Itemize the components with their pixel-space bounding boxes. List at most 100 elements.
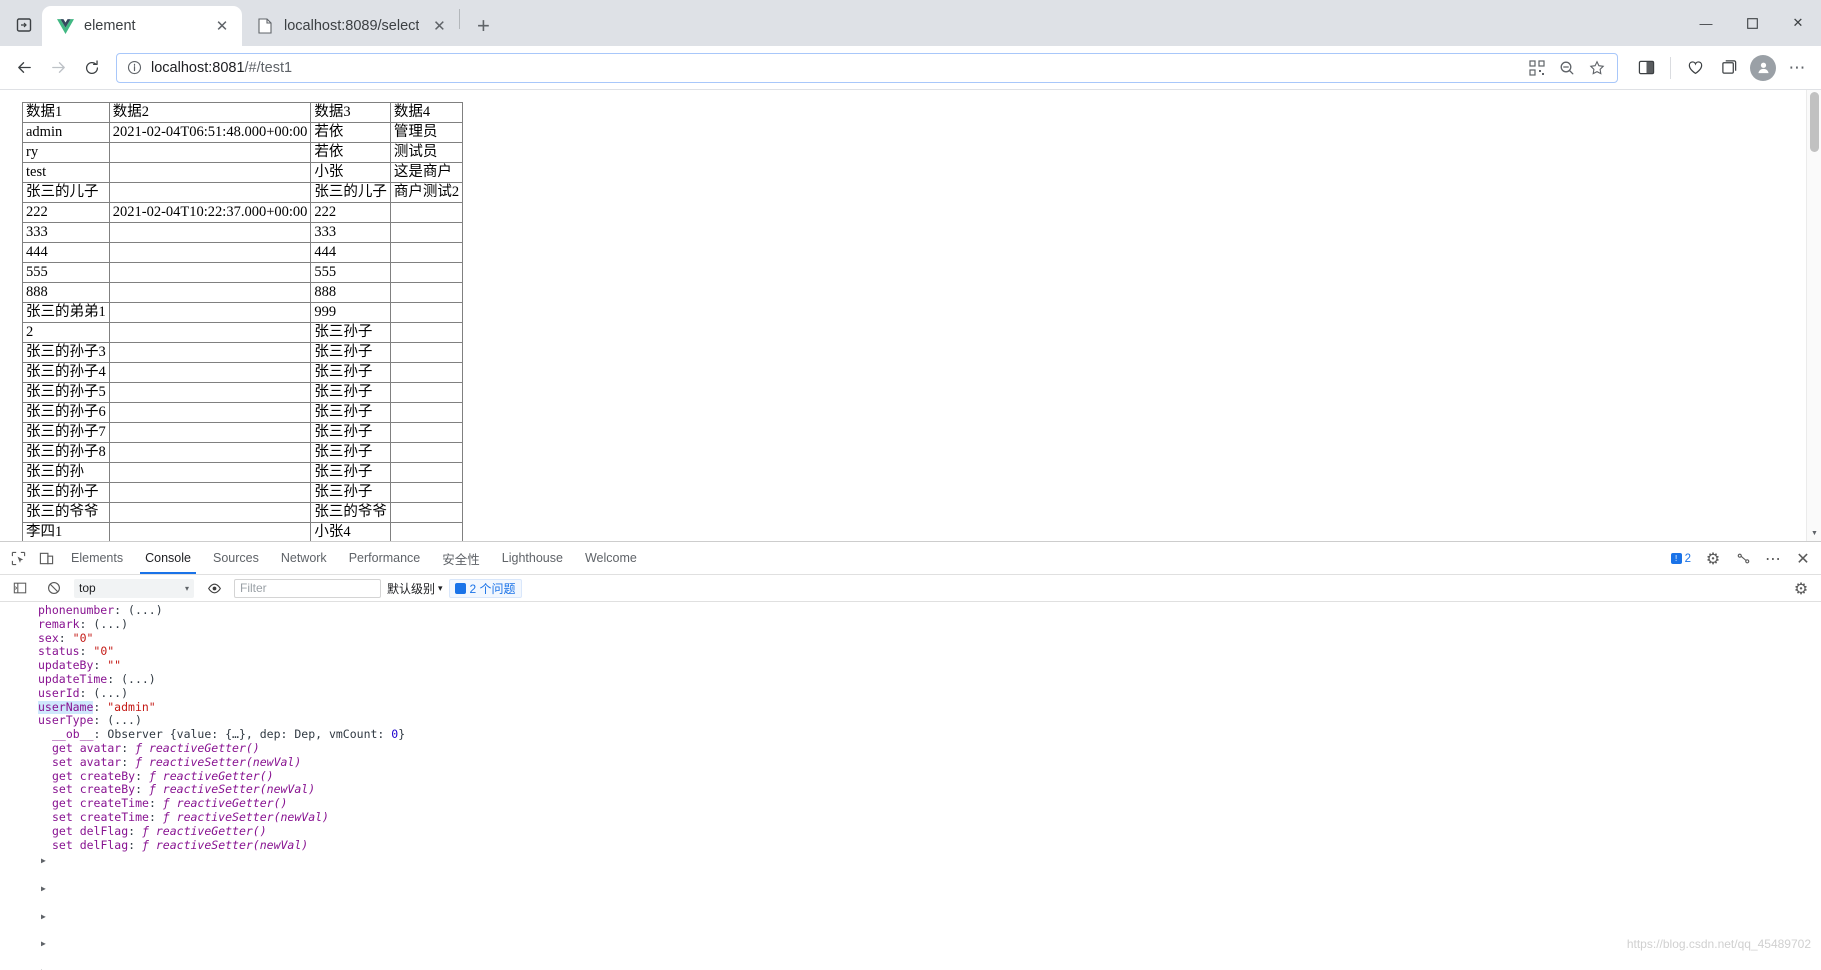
url-text[interactable]: localhost:8081/#/test1 <box>151 60 1519 76</box>
console-token: : <box>121 740 136 755</box>
console-line[interactable]: ▶ __ob__: Observer {value: {…}, dep: Dep,… <box>0 727 1821 865</box>
console-line[interactable]: ▶set createTime: ƒ reactiveSetter(newVal… <box>0 810 1821 825</box>
devtools-close-icon[interactable]: ✕ <box>1789 546 1817 572</box>
table-cell <box>108 222 312 243</box>
dock-icon[interactable] <box>1729 546 1757 572</box>
console-line[interactable]: updateBy: "" <box>0 658 1821 673</box>
split-screen-icon[interactable] <box>1630 52 1662 84</box>
table-cell: 张三的爷爷 <box>22 502 110 523</box>
tab-localhost-select[interactable]: localhost:8089/select ✕ <box>242 6 459 46</box>
tab-element[interactable]: element ✕ <box>42 6 242 46</box>
warning-count: 2 <box>1684 552 1691 565</box>
devtools-tab-performance[interactable]: Performance <box>338 542 432 574</box>
console-line[interactable]: userId: (...) <box>0 686 1821 701</box>
table-row: 张三的孙 张三孙子 <box>22 462 464 483</box>
console-line[interactable]: status: "0" <box>0 645 1821 659</box>
log-level-select[interactable]: 默认级别 ▾ <box>387 580 443 597</box>
console-line[interactable]: userType: (...) <box>0 714 1821 728</box>
console-line[interactable]: sex: "0" <box>0 631 1821 646</box>
device-toolbar-icon[interactable] <box>32 545 60 571</box>
console-line[interactable]: ▶get createTime: ƒ reactiveGetter() <box>0 796 1821 811</box>
warning-badge[interactable]: ! 2 <box>1665 553 1697 565</box>
live-expression-icon[interactable] <box>200 575 228 601</box>
console-line[interactable]: updateTime: (...) <box>0 672 1821 687</box>
site-info-icon[interactable] <box>125 59 143 77</box>
expand-triangle-icon[interactable]: ▶ <box>41 882 51 896</box>
page-viewport: 数据1 数据2 数据3 数据4 admin 2021-02-04T06:51:48.000… <box>0 90 1821 541</box>
scroll-down-icon[interactable]: ▼ <box>1807 526 1821 541</box>
expand-triangle-icon[interactable]: ▶ <box>41 965 51 970</box>
data-table: 数据1 数据2 数据3 数据4 admin 2021-02-04T06:51:48.000… <box>22 102 464 541</box>
console-line[interactable]: ▶ set createBy: ƒ reactiveSetter(newVal) <box>0 782 1821 970</box>
console-line[interactable]: ▶set delFlag: ƒ reactiveSetter(newVal) <box>0 838 1821 853</box>
console-output[interactable]: phonenumber: (...) remark: (...) sex: "0" s… <box>0 602 1821 970</box>
console-sidebar-icon[interactable] <box>6 575 34 601</box>
console-settings-icon[interactable]: ⚙ <box>1787 576 1815 602</box>
console-token: "" <box>107 658 122 673</box>
bookmark-star-icon[interactable] <box>1587 58 1607 78</box>
console-line[interactable]: remark: (...) <box>0 617 1821 632</box>
console-line[interactable]: userName: "admin" <box>0 700 1821 715</box>
clear-console-icon[interactable] <box>40 575 68 601</box>
console-token: ƒ reactiveGetter() <box>162 796 288 811</box>
devtools-tab-elements[interactable]: Elements <box>60 542 134 574</box>
console-line[interactable]: ▶ get createBy: ƒ reactiveGetter() <box>0 769 1821 948</box>
expand-triangle-icon[interactable]: ▶ <box>41 854 51 868</box>
zoom-out-icon[interactable] <box>1557 58 1577 78</box>
qr-code-icon[interactable] <box>1527 58 1547 78</box>
console-token: ƒ reactiveGetter() <box>135 740 260 755</box>
tab-close-icon[interactable]: ✕ <box>212 16 232 36</box>
favorites-icon[interactable] <box>1679 52 1711 84</box>
devtools-tab-console[interactable]: Console <box>134 542 202 574</box>
tab-title: element <box>84 18 136 34</box>
collections-icon[interactable] <box>1713 52 1745 84</box>
console-line[interactable]: ▶get delFlag: ƒ reactiveGetter() <box>0 824 1821 839</box>
tab-close-icon[interactable]: ✕ <box>429 16 449 36</box>
devtools-settings-icon[interactable]: ⚙ <box>1699 546 1727 572</box>
console-line[interactable]: ▶ set avatar: ƒ reactiveSetter(newVal) <box>0 755 1821 921</box>
table-body: 数据1 数据2 数据3 数据4 admin 2021-02-04T06:51:48.000… <box>22 102 464 541</box>
console-filter-input[interactable]: Filter <box>234 578 381 598</box>
minimize-button[interactable]: — <box>1683 7 1729 39</box>
table-cell: 张三孙子 <box>310 322 391 343</box>
console-token: ƒ reactiveSetter(newVal) <box>148 782 316 797</box>
devtools-tab-lighthouse[interactable]: Lighthouse <box>491 542 574 574</box>
tab-search-icon[interactable] <box>6 7 42 43</box>
maximize-button[interactable] <box>1729 7 1775 39</box>
devtools-tab-welcome[interactable]: Welcome <box>574 542 648 574</box>
page-scrollbar[interactable]: ▲ ▼ <box>1806 90 1821 541</box>
new-tab-button[interactable]: + <box>466 9 500 43</box>
close-button[interactable]: ✕ <box>1775 7 1821 39</box>
console-line[interactable]: ▶ get avatar: ƒ reactiveGetter() <box>0 740 1821 893</box>
execution-context-select[interactable]: top ▾ <box>74 578 194 598</box>
issues-button[interactable]: 2 个问题 <box>448 578 522 598</box>
devtools-tab-network[interactable]: Network <box>270 542 338 574</box>
address-bar[interactable]: localhost:8081/#/test1 <box>116 52 1618 83</box>
browser-settings-icon[interactable]: ⋯ <box>1781 52 1813 84</box>
chevron-down-icon: ▾ <box>438 582 443 593</box>
console-token: : <box>135 782 149 797</box>
scrollbar-thumb[interactable] <box>1810 92 1819 152</box>
forward-button[interactable] <box>42 52 74 84</box>
devtools-more-icon[interactable]: ⋯ <box>1759 546 1787 572</box>
table-cell: ry <box>22 142 110 163</box>
issues-icon <box>454 582 466 594</box>
log-level-value: 默认级别 <box>387 581 436 596</box>
console-line[interactable]: phonenumber: (...) <box>0 603 1821 618</box>
table-row: 张三的孙子5 张三孙子 <box>22 382 464 403</box>
expand-triangle-icon[interactable]: ▶ <box>41 910 51 924</box>
devtools-tab-安全性[interactable]: 安全性 <box>431 542 491 574</box>
table-header-cell: 数据2 <box>108 102 312 123</box>
console-token: __ob__ <box>52 727 94 742</box>
window-controls: — ✕ <box>1683 0 1821 46</box>
reload-button[interactable] <box>76 52 108 84</box>
expand-triangle-icon[interactable]: ▶ <box>41 937 51 951</box>
table-cell: 张三孙子 <box>310 362 391 383</box>
table-cell: 张三的孙子4 <box>22 362 110 383</box>
devtools-tab-sources[interactable]: Sources <box>202 542 270 574</box>
back-button[interactable] <box>8 52 40 84</box>
table-cell: 张三孙子 <box>310 482 391 503</box>
profile-avatar[interactable] <box>1747 52 1779 84</box>
inspect-element-icon[interactable] <box>4 545 32 571</box>
table-cell <box>108 482 312 503</box>
